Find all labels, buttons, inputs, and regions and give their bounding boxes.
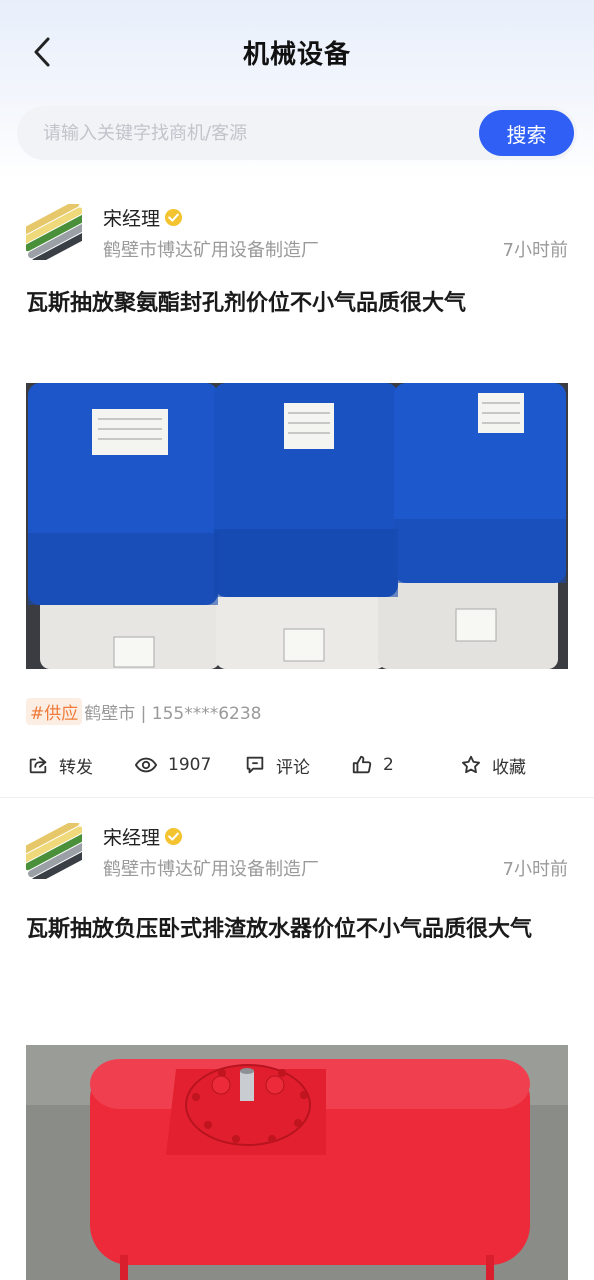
favorite-button[interactable]: 收藏	[460, 750, 526, 780]
company-name: 鹤壁市博达矿用设备制造厂	[103, 240, 319, 261]
avatar[interactable]	[26, 204, 82, 260]
post-actions: 转发 1907 评论 2 收藏	[0, 750, 594, 780]
verified-badge-icon	[164, 827, 183, 846]
verified-badge-icon	[164, 208, 183, 227]
post-meta: #供应 鹤壁市 | 155****6238	[26, 697, 262, 725]
supply-tag[interactable]: #供应	[26, 697, 83, 725]
share-button[interactable]: 转发	[27, 750, 93, 780]
author: 宋经理	[103, 823, 183, 850]
share-label: 转发	[59, 757, 93, 778]
author-name: 宋经理	[103, 208, 161, 230]
header: 机械设备 搜索	[0, 0, 594, 180]
company-name: 鹤壁市博达矿用设备制造厂	[103, 859, 319, 880]
post-card[interactable]: 宋经理 鹤壁市博达矿用设备制造厂 7小时前 瓦斯抽放聚氨酯封孔剂价位不小气品质很…	[0, 180, 594, 798]
post-title[interactable]: 瓦斯抽放负压卧式排渣放水器价位不小气品质很大气	[26, 912, 566, 948]
comment-label: 评论	[276, 757, 310, 778]
views-value: 1907	[168, 755, 212, 775]
post-image[interactable]	[26, 383, 568, 669]
favorite-label: 收藏	[492, 757, 526, 778]
page-title: 机械设备	[242, 40, 351, 70]
star-icon	[462, 755, 480, 774]
thumbs-up-icon	[352, 755, 372, 774]
views-count: 1907	[134, 750, 211, 780]
comment-button[interactable]: 评论	[244, 750, 310, 780]
post-title[interactable]: 瓦斯抽放聚氨酯封孔剂价位不小气品质很大气	[26, 286, 566, 322]
post-time: 7小时前	[502, 859, 568, 880]
avatar[interactable]	[26, 823, 82, 879]
like-button[interactable]: 2	[351, 750, 394, 780]
post-time: 7小时前	[502, 240, 568, 261]
search-input[interactable]	[43, 106, 473, 160]
author: 宋经理	[103, 204, 183, 231]
post-card[interactable]: 宋经理 鹤壁市博达矿用设备制造厂 7小时前 瓦斯抽放负压卧式排渣放水器价位不小气…	[0, 799, 594, 1280]
search-button[interactable]: 搜索	[479, 110, 574, 156]
share-icon	[29, 756, 47, 774]
eye-icon	[134, 757, 158, 773]
author-name: 宋经理	[103, 827, 161, 849]
search-bar: 搜索	[17, 106, 577, 160]
post-image[interactable]	[26, 1045, 568, 1280]
location-phone: 鹤壁市 | 155****6238	[84, 703, 262, 724]
comment-icon	[246, 756, 264, 774]
like-count: 2	[383, 755, 394, 775]
